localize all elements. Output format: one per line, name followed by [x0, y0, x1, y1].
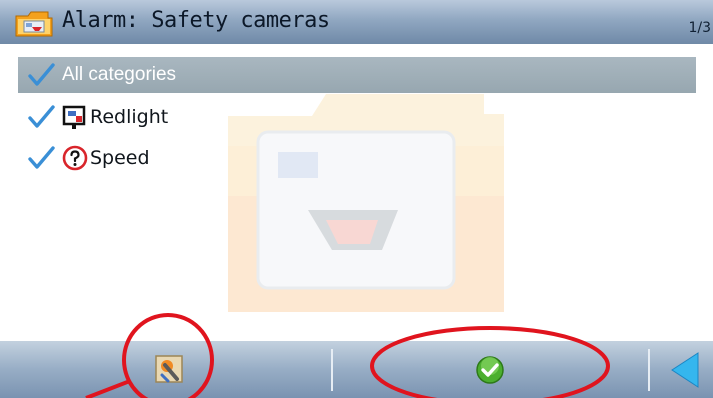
toolbar-divider	[648, 349, 650, 391]
checkmark-icon	[26, 103, 56, 131]
back-button[interactable]	[660, 341, 710, 398]
list-item-all-categories[interactable]: All categories	[18, 57, 696, 93]
checkmark-icon	[26, 61, 56, 89]
settings-button[interactable]	[140, 341, 200, 398]
redlight-camera-icon	[62, 104, 88, 130]
speed-camera-icon	[62, 145, 88, 171]
list-item-label: Speed	[90, 147, 150, 169]
list-item-label: Redlight	[90, 106, 169, 128]
toolbar-divider	[331, 349, 333, 391]
confirm-button[interactable]	[460, 341, 520, 398]
edit-settings-icon	[153, 353, 187, 387]
checkmark-icon	[26, 144, 56, 172]
confirm-check-icon	[474, 354, 506, 386]
list-item-label: All categories	[62, 64, 177, 85]
folder-watermark-icon	[222, 86, 510, 318]
page-indicator: 1/3	[688, 20, 711, 36]
back-arrow-icon	[668, 350, 702, 390]
list-item-speed[interactable]: Speed	[18, 140, 150, 176]
title-bar: Alarm: Safety cameras 1/3	[0, 0, 713, 44]
page-title: Alarm: Safety cameras	[62, 8, 330, 33]
list-item-redlight[interactable]: Redlight	[18, 99, 168, 135]
bottom-toolbar	[0, 341, 713, 398]
folder-camera-icon	[14, 10, 54, 38]
